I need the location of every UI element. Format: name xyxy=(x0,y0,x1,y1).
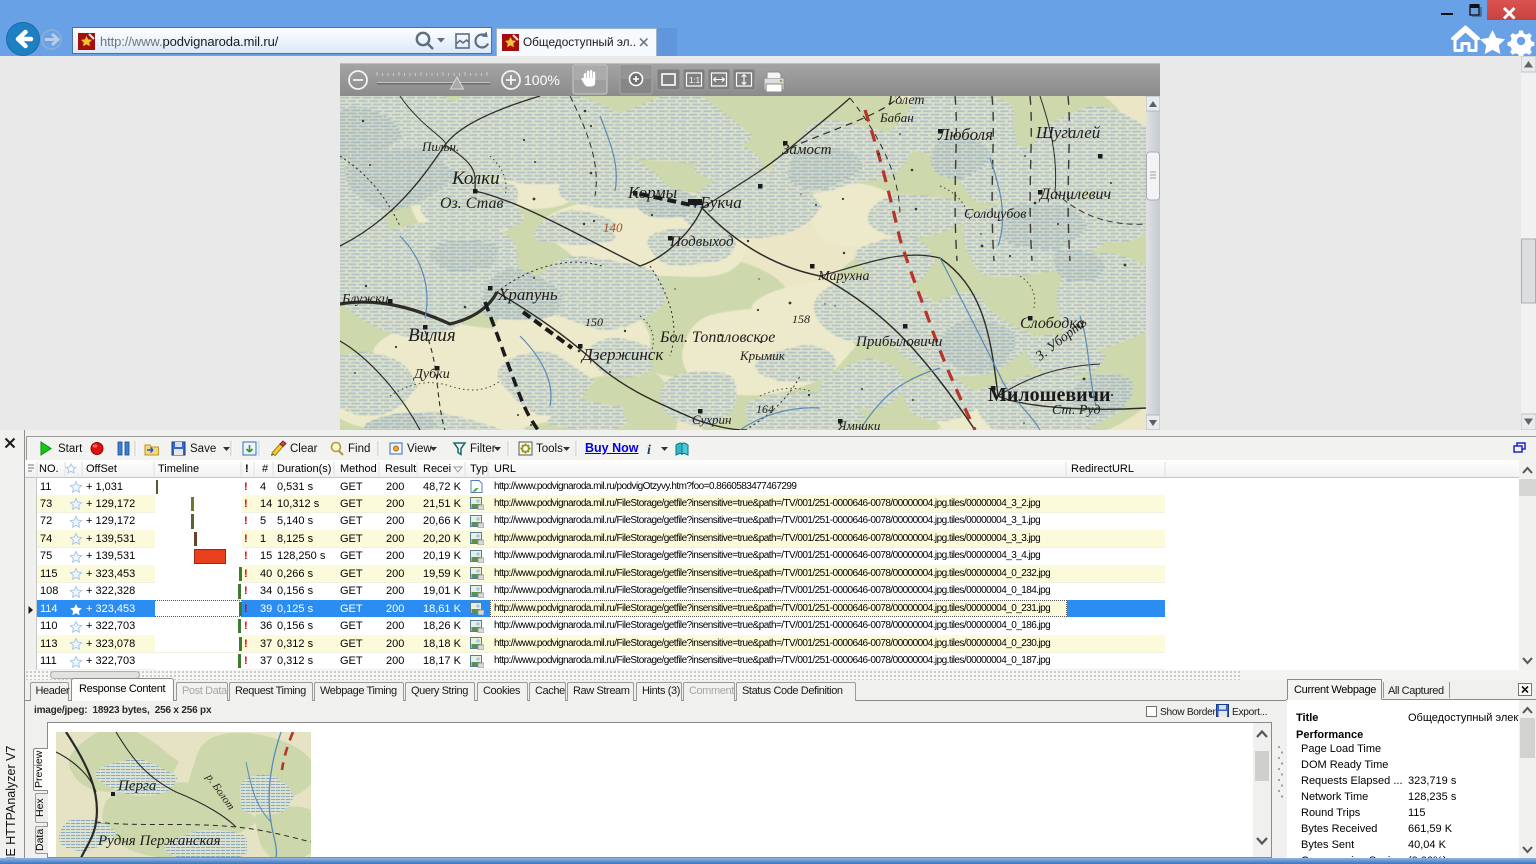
svg-text:Ямники: Ямники xyxy=(837,418,881,430)
svg-text:158: 158 xyxy=(792,312,810,326)
svg-text:164: 164 xyxy=(756,402,774,416)
svg-text:Бол. Топиловское: Бол. Топиловское xyxy=(659,329,775,346)
svg-text:i: i xyxy=(647,443,651,458)
svg-text:1:1: 1:1 xyxy=(689,76,701,85)
svg-text:Шугалей: Шугалей xyxy=(1035,123,1101,142)
svg-text:Крымик: Крымик xyxy=(739,348,786,363)
svg-text:Подвыход: Подвыход xyxy=(669,234,734,250)
svg-text:Бабан: Бабан xyxy=(879,110,914,125)
svg-text:Рудня Пержанская: Рудня Пержанская xyxy=(97,833,221,849)
svg-text:Солоцубов: Солоцубов xyxy=(964,207,1026,222)
svg-text:Дубки: Дубки xyxy=(412,367,450,382)
svg-text:Кормы: Кормы xyxy=(627,183,677,202)
svg-text:Букча: Букча xyxy=(699,193,742,212)
svg-text:Милошевичи: Милошевичи xyxy=(988,384,1111,406)
svg-text:Оз. Став: Оз. Став xyxy=(440,195,503,212)
svg-text:100%: 100% xyxy=(524,72,560,88)
svg-text:Марухна: Марухна xyxy=(817,269,869,284)
svg-text:Сухрин: Сухрин xyxy=(692,412,732,427)
svg-text:Прибыловичи: Прибыловичи xyxy=(855,334,942,350)
svg-text:Голет: Голет xyxy=(887,96,924,108)
svg-text:150: 150 xyxy=(585,315,603,329)
svg-text:Храпунь: Храпунь xyxy=(497,285,558,304)
svg-text:Колки: Колки xyxy=(451,168,500,189)
svg-text:Люболя: Люболя xyxy=(937,125,993,144)
svg-text:Вилия: Вилия xyxy=(408,325,456,346)
svg-text:Данилевич: Данилевич xyxy=(1038,186,1112,203)
svg-text:140: 140 xyxy=(603,220,623,235)
svg-text:Блужки: Блужки xyxy=(341,292,389,307)
svg-text:Пильн.: Пильн. xyxy=(421,139,459,154)
svg-text:Замост: Замост xyxy=(782,142,832,158)
svg-text:Перга: Перга xyxy=(117,778,156,794)
svg-text:Дзержинск: Дзержинск xyxy=(580,345,664,364)
